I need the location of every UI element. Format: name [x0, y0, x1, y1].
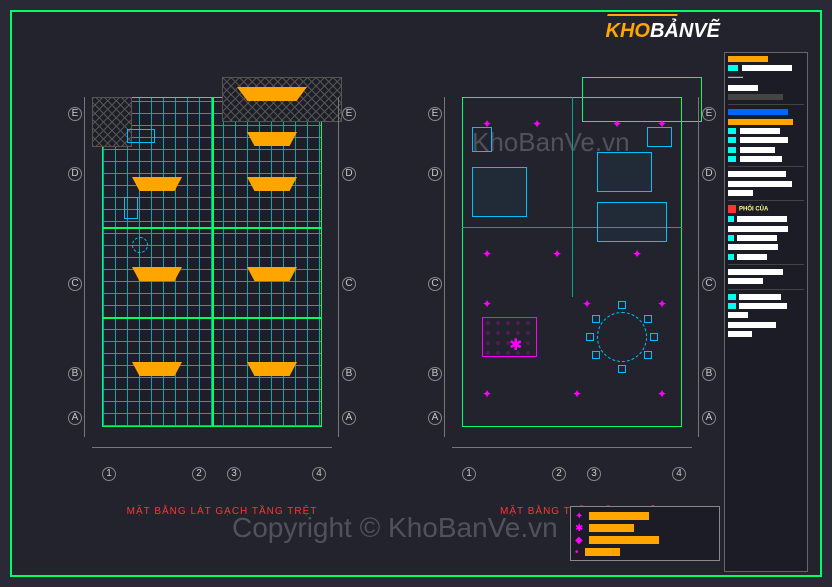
- wall-v1: [212, 97, 214, 427]
- wall-outline-top: [582, 77, 702, 122]
- grid-row-b: B: [428, 367, 442, 381]
- bed: [597, 202, 667, 242]
- grid-row-e-r: E: [702, 107, 716, 121]
- legend-bar: [589, 524, 634, 532]
- legend-bar: [589, 536, 659, 544]
- light-icon: ✦: [482, 297, 492, 311]
- grid-col-2: 2: [192, 467, 206, 481]
- dim-line: [92, 447, 332, 448]
- wall-v: [572, 97, 573, 297]
- room-tag: [247, 132, 297, 146]
- light-icon: ✦: [482, 387, 492, 401]
- grid-col-4: 4: [672, 467, 686, 481]
- grid-row-d: D: [68, 167, 82, 181]
- drawing-frame: KHOBẢNVẼ KhoBanVe.vn Copyright © KhoBanV…: [10, 10, 822, 577]
- plan-left-title: MẶT BẰNG LÁT GẠCH TẦNG TRỆT: [127, 506, 318, 517]
- brand-logo: KHOBẢNVẼ: [606, 20, 720, 43]
- light-icon: ✦: [657, 297, 667, 311]
- plan-left: A B C D E A B C D E 1 2 3 4 MẶT BẰNG LÁT…: [72, 67, 372, 467]
- grid-row-c: C: [428, 277, 442, 291]
- room-tag: [132, 267, 182, 281]
- light-icon: ✦: [572, 387, 582, 401]
- room-tag: [247, 267, 297, 281]
- grid-col-3: 3: [587, 467, 601, 481]
- light-icon: ✦: [552, 247, 562, 261]
- fixture: [124, 197, 138, 219]
- grid-row-e: E: [428, 107, 442, 121]
- room-tag: [247, 362, 297, 376]
- title-block-panel: ━━━━━ PHỐI CỦA: [724, 52, 808, 572]
- dim-line: [452, 447, 692, 448]
- grid-col-1: 1: [462, 467, 476, 481]
- legend-box: ✦ ✱ ◆ •: [570, 506, 720, 561]
- dim-line-v: [338, 97, 339, 437]
- dim-line-v: [444, 97, 445, 437]
- wc-fixture: [132, 237, 148, 253]
- light-center-icon: ✱: [509, 335, 522, 355]
- fixture: [127, 129, 155, 143]
- grid-row-b: B: [68, 367, 82, 381]
- grid-row-a: A: [428, 411, 442, 425]
- grid-row-e: E: [68, 107, 82, 121]
- panel-section-label: PHỐI CỦA: [739, 207, 768, 213]
- grid-row-b-r: B: [702, 367, 716, 381]
- grid-col-2: 2: [552, 467, 566, 481]
- grid-row-c: C: [68, 277, 82, 291]
- light-icon: ✦: [657, 117, 667, 131]
- room-tag: [132, 177, 182, 191]
- grid-col-1: 1: [102, 467, 116, 481]
- bed: [472, 167, 527, 217]
- light-icon: ✦: [482, 117, 492, 131]
- hatch-block-left: [92, 97, 132, 147]
- grid-row-c-r: C: [702, 277, 716, 291]
- grid-row-d-r: D: [342, 167, 356, 181]
- light-icon: ✦: [632, 247, 642, 261]
- light-icon: ✦: [482, 247, 492, 261]
- legend-bar: [585, 548, 620, 556]
- bed: [597, 152, 652, 192]
- grid-row-d-r: D: [702, 167, 716, 181]
- room-tag: [247, 177, 297, 191]
- grid-row-c-r: C: [342, 277, 356, 291]
- grid-row-a-r: A: [342, 411, 356, 425]
- grid-row-a: A: [68, 411, 82, 425]
- grid-row-d: D: [428, 167, 442, 181]
- grid-row-a-r: A: [702, 411, 716, 425]
- legend-bar: [589, 512, 649, 520]
- room-tag: [237, 87, 307, 101]
- dim-line-v: [698, 97, 699, 437]
- light-icon: ✦: [532, 117, 542, 131]
- grid-row-b-r: B: [342, 367, 356, 381]
- grid-row-e-r: E: [342, 107, 356, 121]
- grid-col-4: 4: [312, 467, 326, 481]
- dim-line-v: [84, 97, 85, 437]
- light-icon: ✦: [612, 117, 622, 131]
- light-icon: ✦: [657, 387, 667, 401]
- grid-col-3: 3: [227, 467, 241, 481]
- light-icon: ✦: [582, 297, 592, 311]
- room-tag: [132, 362, 182, 376]
- plan-right: ✦ ✦ ✦ ✦ ✦ ✦ ✦ ✦ ✦ ✦ ✦ ✦ ✦ ✱ A B C D E A …: [432, 67, 732, 467]
- dining-table: [597, 312, 647, 362]
